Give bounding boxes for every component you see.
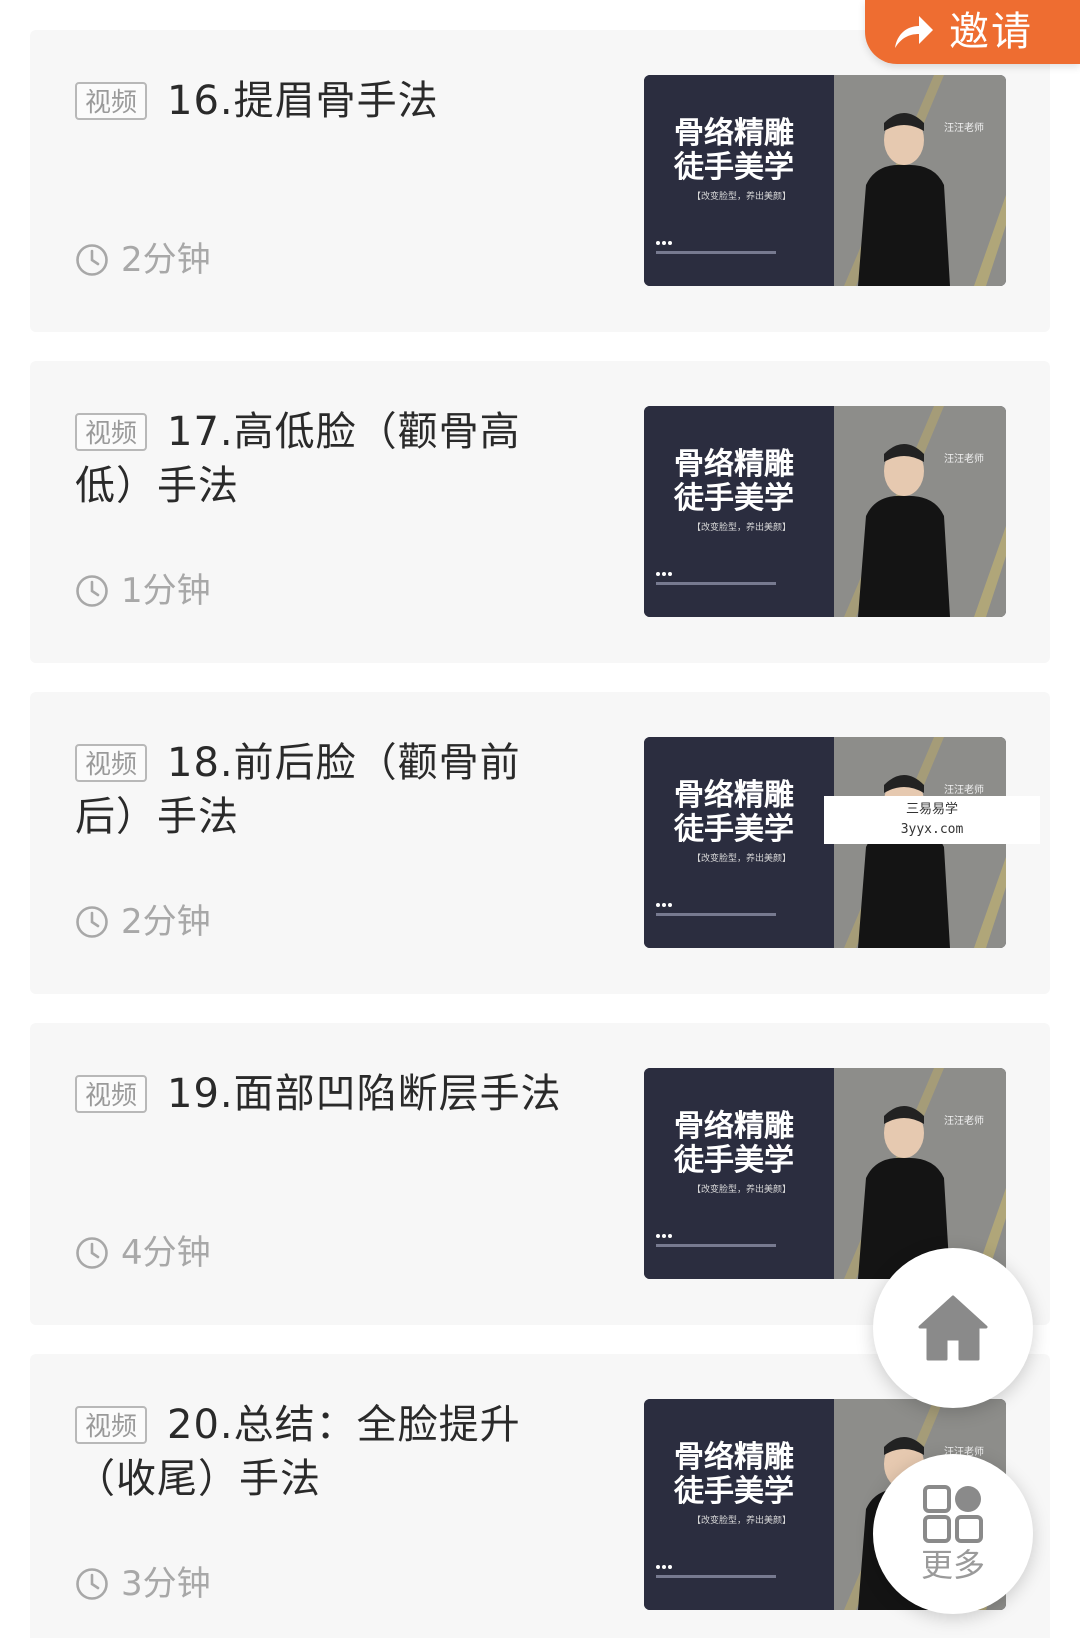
thumb-subline: 【改变脸型，养出美颜】 [692, 1514, 791, 1526]
duration-text: 1分钟 [121, 571, 211, 611]
thumb-subline: 【改变脸型，养出美颜】 [692, 521, 791, 533]
thumb-headline-2: 徒手美学 [673, 150, 794, 185]
lesson-duration: 3分钟 [75, 1564, 211, 1604]
home-icon [918, 1295, 988, 1361]
lesson-title: 16.提眉骨手法 [167, 78, 439, 124]
thumb-subline: 【改变脸型，养出美颜】 [692, 1183, 791, 1195]
invite-button[interactable]: 邀请 [865, 0, 1080, 64]
lesson-duration: 2分钟 [75, 240, 211, 280]
duration-text: 2分钟 [121, 902, 211, 942]
thumb-headline-2: 徒手美学 [673, 1143, 794, 1178]
lesson-title: 20.总结：全脸提升（收尾）手法 [75, 1402, 521, 1502]
duration-text: 3分钟 [121, 1564, 211, 1604]
lesson-title: 17.高低脸（颧骨高低）手法 [75, 409, 521, 509]
thumb-headline-1: 骨络精雕 [674, 1109, 794, 1144]
lesson-thumbnail[interactable]: 骨络精雕 徒手美学 【改变脸型，养出美颜】 汪汪老师 [644, 75, 1006, 286]
thumb-teacher: 汪汪老师 [944, 783, 984, 796]
thumb-headline-1: 骨络精雕 [674, 778, 794, 813]
clock-icon [76, 244, 108, 276]
lesson-duration: 1分钟 [75, 571, 211, 611]
course-list-page: 邀请 视频 16.提眉骨手法 2分钟 骨络精雕 徒手美学 【改变脸型，养出美颜】… [0, 0, 1080, 1638]
clock-icon [76, 1568, 108, 1600]
thumb-teacher: 汪汪老师 [944, 452, 984, 465]
more-label: 更多 [920, 1546, 985, 1584]
more-button[interactable]: 更多 [873, 1454, 1033, 1614]
thumb-headline-1: 骨络精雕 [674, 1440, 794, 1475]
thumb-teacher: 汪汪老师 [944, 121, 984, 134]
thumb-headline-1: 骨络精雕 [674, 116, 794, 151]
lesson-thumbnail[interactable]: 骨络精雕 徒手美学 【改变脸型，养出美颜】 汪汪老师 [644, 406, 1006, 617]
share-arrow-icon [895, 16, 933, 48]
thumbnail-image: 骨络精雕 徒手美学 【改变脸型，养出美颜】 汪汪老师 [644, 75, 1006, 286]
lesson-item[interactable]: 视频 17.高低脸（颧骨高低）手法 1分钟 骨络精雕 徒手美学 【改变脸型，养出… [30, 361, 1050, 663]
grid-apps-icon [923, 1485, 983, 1543]
watermark-line-1: 三易易学 [905, 802, 958, 817]
lesson-duration: 4分钟 [75, 1233, 211, 1273]
watermark-line-2: 3yyx.com [900, 822, 964, 837]
thumb-subline: 【改变脸型，养出美颜】 [692, 190, 791, 202]
lesson-item[interactable]: 视频 16.提眉骨手法 2分钟 骨络精雕 徒手美学 【改变脸型，养出美颜】 汪汪… [30, 30, 1050, 332]
thumb-headline-2: 徒手美学 [673, 1474, 794, 1509]
thumb-headline-1: 骨络精雕 [674, 447, 794, 482]
home-button[interactable] [873, 1248, 1033, 1408]
duration-text: 4分钟 [121, 1233, 211, 1273]
thumb-teacher: 汪汪老师 [944, 1114, 984, 1127]
lesson-title: 19.面部凹陷断层手法 [167, 1071, 562, 1117]
thumb-headline-2: 徒手美学 [673, 481, 794, 516]
lesson-title: 18.前后脸（颧骨前后）手法 [75, 740, 521, 840]
clock-icon [76, 1237, 108, 1269]
clock-icon [76, 906, 108, 938]
thumb-headline-2: 徒手美学 [673, 812, 794, 847]
lesson-duration: 2分钟 [75, 902, 211, 942]
thumbnail-image: 骨络精雕 徒手美学 【改变脸型，养出美颜】 汪汪老师 [644, 406, 1006, 617]
clock-icon [76, 575, 108, 607]
watermark: 三易易学 3yyx.com [824, 796, 1040, 844]
duration-text: 2分钟 [121, 240, 211, 280]
invite-label: 邀请 [949, 9, 1033, 55]
thumb-subline: 【改变脸型，养出美颜】 [692, 852, 791, 864]
